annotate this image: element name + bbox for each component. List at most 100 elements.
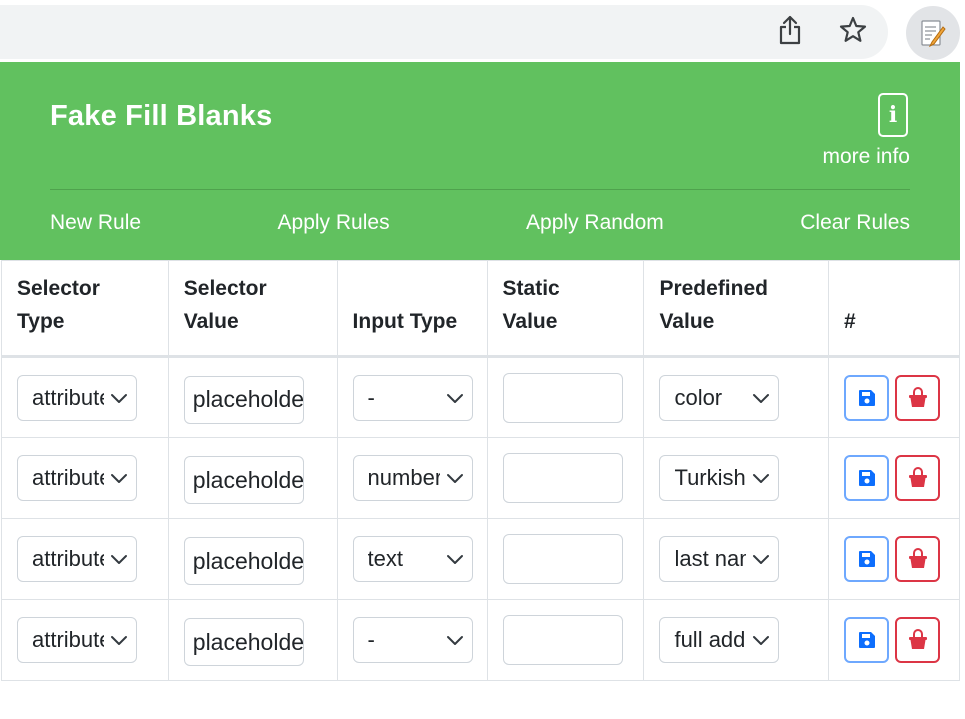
predefined-value-value: last name [674,546,746,571]
cell-selector-value: placeholder [167,437,338,519]
trash-basket-icon [908,386,927,407]
header-divider [50,189,910,190]
cell-predefined-value: color [643,356,830,438]
selector-value-text: placeholder [192,386,304,412]
selector-type-select[interactable]: attribute [17,536,137,582]
header-selector-value: Selector Value [167,260,338,358]
selector-type-select[interactable]: attribute [17,455,137,501]
save-button[interactable] [844,455,890,501]
trash-basket-icon [908,467,927,487]
predefined-value-value: color [674,384,723,410]
chevron-down-icon [111,393,127,403]
cell-selector-type: attribute [1,518,169,600]
save-button[interactable] [844,536,890,582]
input-type-select[interactable]: - [352,617,473,663]
cell-actions [828,518,960,600]
table-row: attribute placeholder text last name [1,518,960,600]
delete-button[interactable] [895,455,941,501]
selector-type-select[interactable]: attribute [17,617,137,663]
address-bar[interactable] [0,5,888,59]
share-icon[interactable] [775,14,805,46]
header-predefined-value: Predefined Value [643,260,830,358]
static-value-input[interactable] [502,534,623,584]
input-type-select[interactable]: - [352,374,473,421]
row-actions [844,617,945,663]
cell-selector-type: attribute [1,437,169,519]
selector-type-value: attribute [32,546,104,571]
header-input-type: Input Type [336,260,488,358]
input-type-value: text [367,546,404,571]
predefined-value-select[interactable]: full address [659,617,780,663]
extension-popup: Fake Fill Blanks i more info New Rule Ap… [0,62,960,719]
cell-input-type: number [336,437,488,519]
apply-rules-link[interactable]: Apply Rules [278,211,390,235]
selector-type-value: attribute [32,627,104,652]
cell-input-type: - [336,599,488,681]
chevron-down-icon [111,555,127,564]
more-info-link[interactable]: more info [822,145,910,169]
static-value-input[interactable] [502,615,623,665]
table-row: attribute placeholder number Turkish [1,437,960,519]
header-selector-type: Selector Type [1,260,169,358]
cell-selector-value: placeholder [167,518,338,600]
cell-selector-type: attribute [1,356,169,438]
chevron-down-icon [446,555,463,564]
chevron-down-icon [753,636,770,645]
selector-value-input[interactable]: placeholder [183,537,304,585]
selector-value-text: placeholder [192,547,304,574]
selector-value-text: placeholder [192,628,304,655]
trash-basket-icon [908,629,927,649]
bookmark-star-icon[interactable] [838,14,868,46]
cell-selector-type: attribute [1,599,169,681]
save-floppy-icon [858,551,875,567]
cell-static-value [486,437,645,519]
save-floppy-icon [858,389,875,406]
selector-value-input[interactable]: placeholder [183,618,304,666]
rules-table: Selector Type Selector Value Input Type St… [1,260,960,681]
cell-predefined-value: full address [643,599,830,681]
apply-random-link[interactable]: Apply Random [526,211,664,235]
input-type-value: - [367,627,375,652]
cell-static-value [486,518,645,600]
header-actions: # [828,260,960,358]
delete-button[interactable] [895,374,941,421]
clear-rules-link[interactable]: Clear Rules [800,211,910,235]
trash-basket-icon [908,548,927,568]
delete-button[interactable] [895,617,941,663]
cell-predefined-value: last name [643,518,830,600]
save-button[interactable] [844,374,890,421]
extension-icon[interactable] [906,6,960,60]
selector-type-value: attribute [32,465,104,490]
static-value-input[interactable] [502,453,623,503]
cell-input-type: text [336,518,488,600]
cell-predefined-value: Turkish [643,437,830,519]
cell-actions [828,437,960,519]
predefined-value-value: full address [674,627,746,652]
save-button[interactable] [844,617,890,663]
cell-actions [828,356,960,438]
selector-value-input[interactable]: placeholder [183,375,304,424]
input-type-select[interactable]: number [352,455,473,501]
info-icon[interactable]: i [878,93,908,137]
save-floppy-icon [858,470,875,486]
chevron-down-icon [753,555,770,564]
input-type-select[interactable]: text [352,536,473,582]
input-type-value: number [367,465,440,490]
chevron-down-icon [753,474,770,483]
chevron-down-icon [446,393,463,403]
chevron-down-icon [446,636,463,645]
row-actions [844,374,945,421]
cell-actions [828,599,960,681]
cell-static-value [486,599,645,681]
table-header-row: Selector Type Selector Value Input Type St… [1,260,960,358]
new-rule-link[interactable]: New Rule [50,211,141,235]
predefined-value-select[interactable]: color [659,374,780,421]
selector-type-select[interactable]: attribute [17,374,137,421]
delete-button[interactable] [895,536,941,582]
predefined-value-select[interactable]: last name [659,536,780,582]
static-value-input[interactable] [502,372,623,423]
selector-value-input[interactable]: placeholder [183,456,304,504]
header-static-value: Static Value [486,260,645,358]
chevron-down-icon [111,636,127,645]
predefined-value-select[interactable]: Turkish [659,455,780,501]
